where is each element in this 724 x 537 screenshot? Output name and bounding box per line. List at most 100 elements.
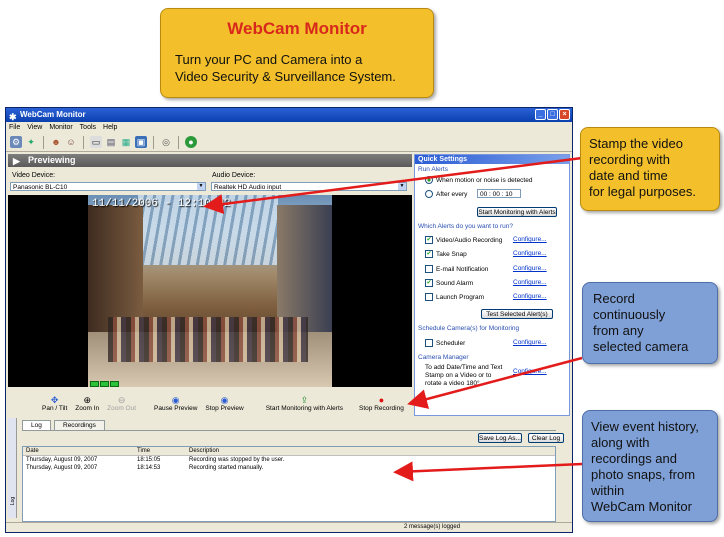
table-row[interactable]: Thursday, August 09, 2007 18:15:05 Recor…: [23, 456, 555, 464]
alert-take-snap[interactable]: ✔ Take Snap: [425, 250, 467, 258]
table-row[interactable]: Thursday, August 09, 2007 18:14:53 Recor…: [23, 464, 555, 472]
close-button[interactable]: ×: [559, 109, 570, 120]
zoom-in-icon: ⊕: [83, 395, 91, 405]
window-title: WebCam Monitor: [20, 110, 86, 119]
run-alerts-heading: Run Alerts: [418, 166, 448, 173]
tab-recordings[interactable]: Recordings: [54, 420, 105, 430]
zoom-out-button[interactable]: ⊖ Zoom Out: [103, 395, 140, 412]
scheduler-option[interactable]: Scheduler: [425, 339, 465, 347]
configure-snap-link[interactable]: Configure...: [513, 250, 547, 257]
grid-view-icon[interactable]: ▣: [135, 136, 147, 148]
when-motion-option[interactable]: When motion or noise is detected: [425, 176, 532, 184]
configure-scheduler-link[interactable]: Configure...: [513, 339, 547, 346]
checkbox-unchecked[interactable]: [425, 293, 433, 301]
callout-record: Record continuously from any selected ca…: [582, 282, 718, 364]
video-preview: 11/11/2006 - 12:10:02: [88, 195, 332, 387]
video-device-select[interactable]: Panasonic BL-C10 ▼: [10, 182, 206, 191]
test-selected-alerts-button[interactable]: Test Selected Alert(s): [481, 309, 553, 319]
group-icon[interactable]: ☺: [65, 136, 77, 148]
status-text: 2 message(s) logged: [404, 524, 461, 530]
camera-settings-icon[interactable]: ⚙: [10, 136, 22, 148]
preview-header: ▶ Previewing: [8, 154, 412, 167]
preview-icon: ▶: [13, 156, 20, 166]
column-time[interactable]: Time: [137, 447, 150, 455]
checkbox-unchecked[interactable]: [425, 339, 433, 347]
after-every-option[interactable]: After every: [425, 190, 467, 198]
users-icon[interactable]: ☻: [50, 136, 62, 148]
chevron-down-icon: ▼: [398, 183, 406, 190]
pan-tilt-icon: ✥: [50, 395, 59, 405]
configure-camera-manager-link[interactable]: Configure...: [513, 368, 547, 375]
toolbar: ⚙ ✦ ☻ ☺ ▭ ▤ ▦ ▣ ◎ ●: [6, 133, 572, 152]
alert-email-notification[interactable]: E-mail Notification: [425, 265, 488, 273]
hero-banner: WebCam Monitor Turn your PC and Camera i…: [160, 8, 434, 98]
schedule-heading: Schedule Camera(s) for Monitoring: [418, 325, 520, 332]
which-alerts-heading: Which Alerts do you want to run?: [418, 223, 514, 230]
configure-program-link[interactable]: Configure...: [513, 293, 547, 300]
pause-icon: ◉: [171, 395, 180, 405]
preview-title: Previewing: [28, 155, 76, 165]
save-log-button[interactable]: Save Log As...: [478, 433, 522, 443]
log-table-header: Date Time Description: [23, 447, 555, 456]
column-description[interactable]: Description: [189, 447, 219, 455]
stop-preview-button[interactable]: ◉ Stop Preview: [201, 395, 247, 412]
preview-controls: ✥ Pan / Tilt ⊕ Zoom In ⊖ Zoom Out ◉ Paus…: [8, 388, 412, 412]
zoom-in-button[interactable]: ⊕ Zoom In: [71, 395, 103, 412]
app-icon: ✱: [9, 112, 17, 122]
log-panel: Log Log Recordings Save Log As... Clear …: [8, 418, 570, 528]
hero-title: WebCam Monitor: [227, 19, 367, 38]
video-area: 11/11/2006 - 12:10:02: [8, 195, 412, 387]
callout-stamp: Stamp the video recording with date and …: [580, 127, 720, 211]
camera-manager-text-2: Stamp on a Video or to: [425, 372, 492, 379]
video-device-label: Video Device:: [12, 172, 56, 179]
stop-recording-button[interactable]: ● Stop Recording: [355, 395, 408, 412]
alert-sound-alarm[interactable]: ✔ Sound Alarm: [425, 279, 473, 287]
checkbox-checked[interactable]: ✔: [425, 236, 433, 244]
zoom-out-icon: ⊖: [117, 395, 126, 405]
interval-input[interactable]: 00 : 00 : 10: [477, 189, 521, 198]
tab-log[interactable]: Log: [22, 420, 51, 430]
menubar: File View Monitor Tools Help: [6, 122, 572, 133]
log-table: Date Time Description Thursday, August 0…: [22, 446, 556, 522]
column-date[interactable]: Date: [26, 447, 39, 455]
start-monitoring-alerts-button[interactable]: Start Monitoring with Alerts: [477, 207, 557, 217]
hero-subtitle-line2: Video Security & Surveillance System.: [175, 69, 396, 84]
camera-manager-heading: Camera Manager: [418, 354, 469, 361]
callout-history: View event history, along with recording…: [582, 410, 718, 522]
log-side-tab[interactable]: Log: [8, 418, 17, 518]
alert-video-audio-recording[interactable]: ✔ Video/Audio Recording: [425, 236, 502, 244]
radio-selected: [425, 176, 433, 184]
quick-settings-title: Quick Settings: [415, 155, 569, 164]
monitor-icon[interactable]: ▭: [90, 136, 102, 148]
menu-tools[interactable]: Tools: [80, 122, 96, 133]
camera-manager-text-1: To add Date/Time and Text: [425, 364, 503, 371]
pan-tilt-button[interactable]: ✥ Pan / Tilt: [38, 395, 71, 412]
minimize-button[interactable]: _: [535, 109, 546, 120]
configure-recording-link[interactable]: Configure...: [513, 236, 547, 243]
wizard-icon[interactable]: ✦: [25, 136, 37, 148]
menu-monitor[interactable]: Monitor: [49, 122, 72, 133]
add-camera-icon[interactable]: ▦: [120, 136, 132, 148]
recordings-icon[interactable]: ▤: [105, 136, 117, 148]
snapshot-icon[interactable]: ◎: [160, 136, 172, 148]
menu-help[interactable]: Help: [103, 122, 117, 133]
start-monitoring-button[interactable]: ⇪ Start Monitoring with Alerts: [262, 395, 347, 412]
configure-alarm-link[interactable]: Configure...: [513, 279, 547, 286]
camera-manager-text-3: rotate a video 180°: [425, 380, 480, 387]
configure-email-link[interactable]: Configure...: [513, 265, 547, 272]
maximize-button[interactable]: □: [547, 109, 558, 120]
alert-launch-program[interactable]: Launch Program: [425, 293, 484, 301]
window-titlebar[interactable]: ✱ WebCam Monitor _ □ ×: [6, 108, 572, 122]
web-icon[interactable]: ●: [185, 136, 197, 148]
checkbox-checked[interactable]: ✔: [425, 250, 433, 258]
app-window: ✱ WebCam Monitor _ □ × File View Monitor…: [5, 107, 573, 533]
pause-preview-button[interactable]: ◉ Pause Preview: [150, 395, 201, 412]
status-bar: 2 message(s) logged: [6, 522, 572, 532]
checkbox-checked[interactable]: ✔: [425, 279, 433, 287]
clear-log-button[interactable]: Clear Log: [528, 433, 564, 443]
audio-device-select[interactable]: Realtek HD Audio input ▼: [211, 182, 407, 191]
menu-view[interactable]: View: [27, 122, 42, 133]
audio-device-label: Audio Device:: [212, 172, 256, 179]
checkbox-unchecked[interactable]: [425, 265, 433, 273]
hero-subtitle-line1: Turn your PC and Camera into a: [175, 52, 363, 67]
